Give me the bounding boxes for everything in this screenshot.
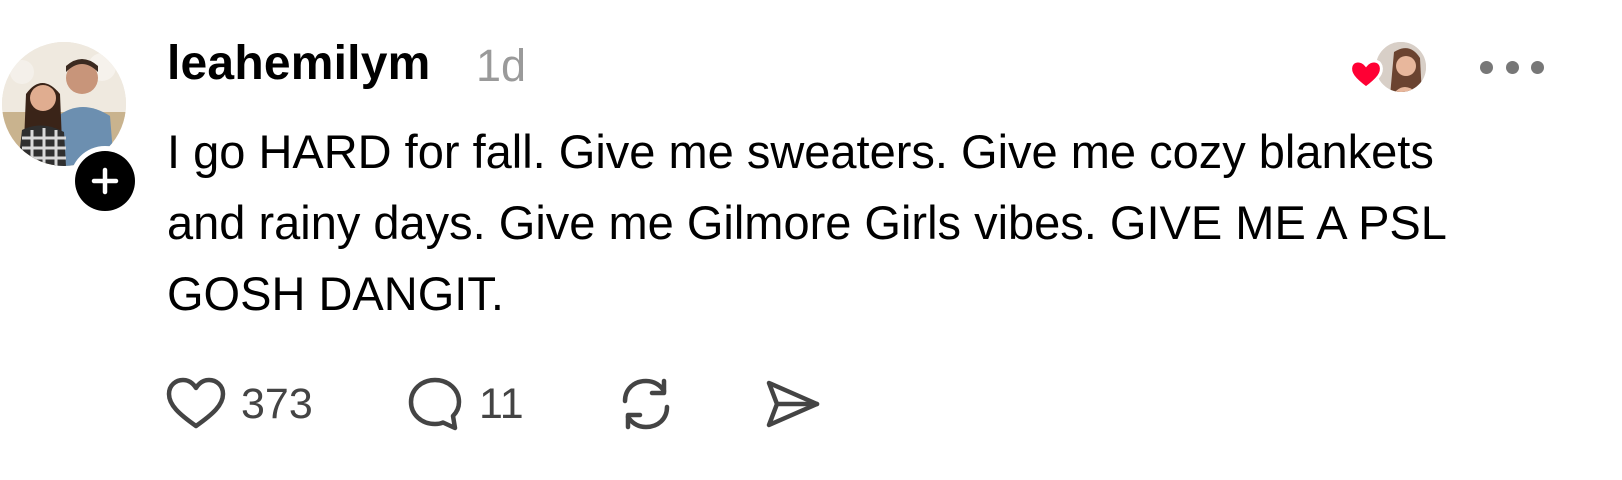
more-options-button[interactable] (1480, 58, 1544, 76)
comment-icon (408, 377, 462, 431)
post-actions-bar: 373 11 (165, 372, 823, 436)
share-button[interactable] (761, 373, 823, 435)
more-dot (1505, 60, 1519, 74)
post-timestamp: 1d (476, 40, 527, 91)
heart-outline-icon (166, 377, 226, 429)
more-dot (1531, 60, 1544, 74)
like-count: 373 (241, 379, 313, 428)
liked-by-indicator[interactable] (1346, 40, 1428, 94)
reply-count: 11 (479, 379, 524, 428)
author-avatar-container (2, 42, 140, 216)
author-username[interactable]: leahemilym (167, 36, 430, 91)
like-button[interactable]: 373 (165, 376, 405, 432)
follow-button[interactable] (70, 146, 140, 216)
post-body-text: I go HARD for fall. Give me sweaters. Gi… (167, 125, 1447, 320)
repost-button[interactable] (615, 373, 761, 435)
post-card: leahemilym 1d I go HARD for fall. Give m… (0, 0, 1622, 480)
reply-button[interactable]: 11 (405, 374, 615, 434)
send-icon (766, 380, 820, 428)
more-dots-icon (1480, 60, 1493, 74)
heart-icon (1349, 59, 1383, 90)
follow-badge-inner (75, 151, 135, 211)
plus-icon (91, 167, 119, 195)
repost-icon (622, 378, 670, 430)
